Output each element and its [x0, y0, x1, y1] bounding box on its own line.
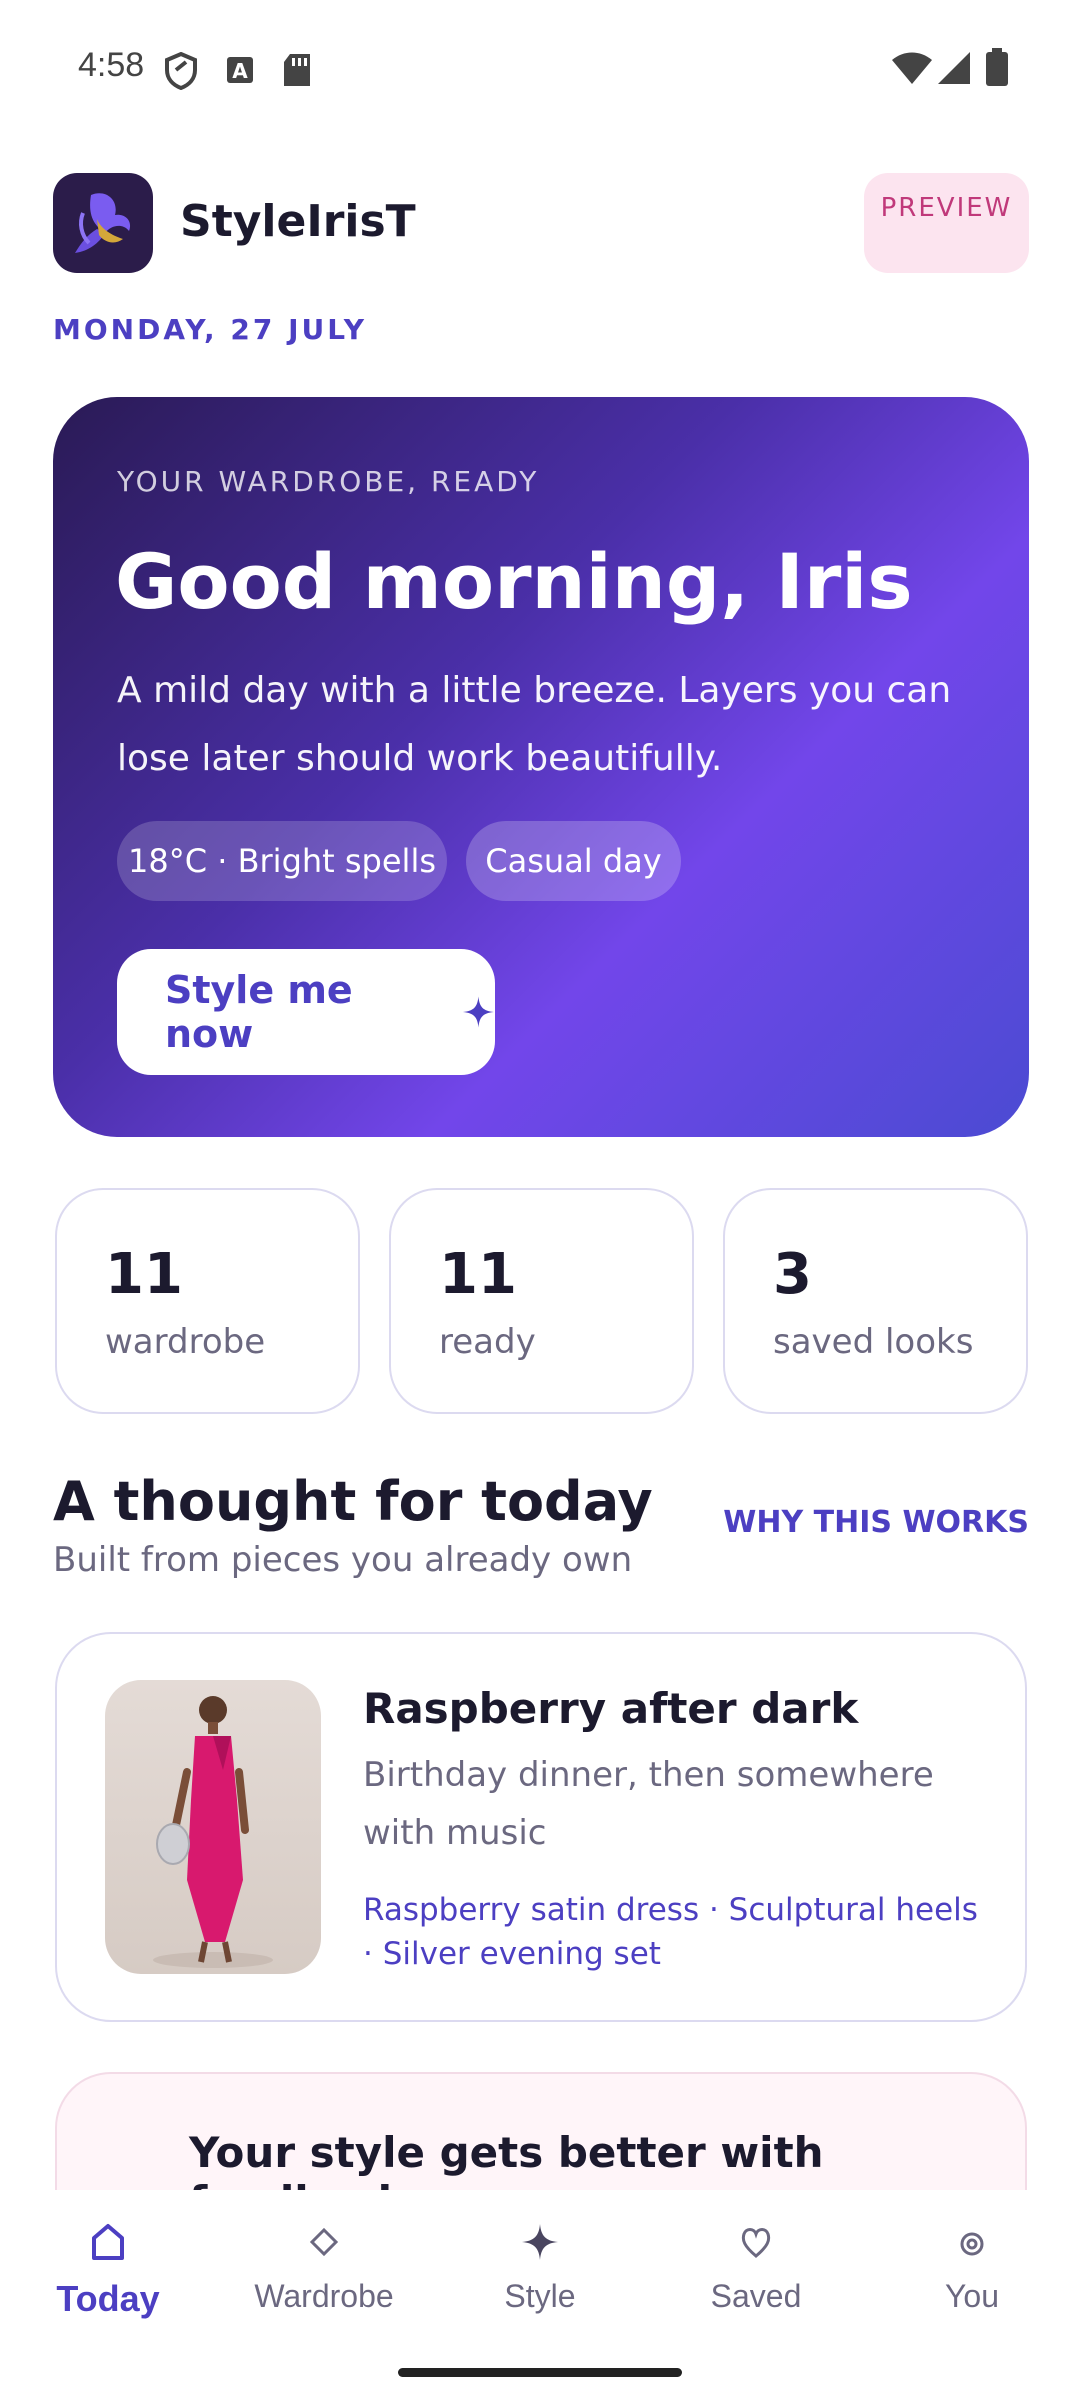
hero-card: YOUR WARDROBE, READY Good morning, Iris … [53, 397, 1029, 1137]
stat-value: 11 [105, 1242, 183, 1307]
sparkle-icon [522, 2224, 558, 2260]
stat-label: saved looks [773, 1322, 974, 1362]
look-title: Raspberry after dark [363, 1684, 859, 1733]
svg-text:A: A [232, 59, 248, 83]
outfit-photo [105, 1680, 321, 1974]
nav-today[interactable]: Today [0, 2220, 216, 2340]
weather-chip: 18°C · Bright spells [117, 821, 447, 901]
profile-icon [960, 2232, 984, 2256]
nav-saved[interactable]: Saved [648, 2220, 864, 2340]
signal-icon [938, 52, 970, 84]
home-indicator[interactable] [398, 2368, 682, 2377]
text-a-icon: A [227, 57, 253, 83]
nav-label: Today [56, 2278, 160, 2319]
stat-card-saved-looks[interactable]: 3 saved looks [723, 1188, 1028, 1414]
stat-card-wardrobe[interactable]: 11 wardrobe [55, 1188, 360, 1414]
shield-icon [165, 52, 197, 90]
nav-label: You [945, 2278, 999, 2314]
look-description: Birthday dinner, then somewhere with mus… [363, 1755, 934, 1853]
stat-card-ready[interactable]: 11 ready [389, 1188, 694, 1414]
stat-value: 3 [773, 1242, 812, 1307]
why-this-works-link[interactable]: WHY THIS WORKS [723, 1505, 1029, 1540]
diamond-icon [309, 2227, 339, 2257]
look-card[interactable]: Raspberry after dark Birthday dinner, th… [55, 1632, 1027, 2022]
app-name: StyleIrisT [180, 196, 416, 247]
status-time: 4:58 [78, 46, 145, 84]
wifi-icon [892, 52, 932, 84]
section-subtitle: Built from pieces you already own [53, 1540, 633, 1580]
weather-description: A mild day with a little breeze. Layers … [117, 670, 952, 779]
nav-label: Wardrobe [254, 2278, 394, 2314]
app-logo [53, 173, 153, 273]
stat-label: ready [439, 1322, 536, 1362]
date-label: MONDAY, 27 JULY [53, 313, 367, 346]
nav-you[interactable]: You [864, 2220, 1080, 2340]
style-me-now-button[interactable]: Style me now [117, 949, 495, 1075]
home-icon [92, 2224, 124, 2260]
sparkle-icon [463, 996, 495, 1028]
hero-overline: YOUR WARDROBE, READY [117, 465, 540, 498]
iris-flower-icon [75, 193, 131, 253]
nav-style[interactable]: Style [432, 2220, 648, 2340]
style-me-now-label: Style me now [165, 968, 353, 1056]
nav-wardrobe[interactable]: Wardrobe [216, 2220, 432, 2340]
status-bar: 4:58 A [0, 0, 1080, 135]
sd-card-icon [284, 54, 310, 86]
preview-badge: PREVIEW [864, 173, 1029, 273]
occasion-chip: Casual day [466, 821, 681, 901]
stat-value: 11 [439, 1242, 517, 1307]
nav-label: Saved [710, 2278, 802, 2314]
section-title: A thought for today [53, 1470, 653, 1533]
greeting-title: Good morning, Iris [115, 537, 913, 626]
nav-label: Style [504, 2278, 576, 2314]
battery-icon [986, 48, 1008, 86]
look-items: Raspberry satin dress · Sculptural heels… [363, 1892, 978, 1972]
stat-label: wardrobe [105, 1322, 266, 1362]
outfit-illustration [153, 1696, 273, 1968]
heart-icon [741, 2228, 771, 2258]
